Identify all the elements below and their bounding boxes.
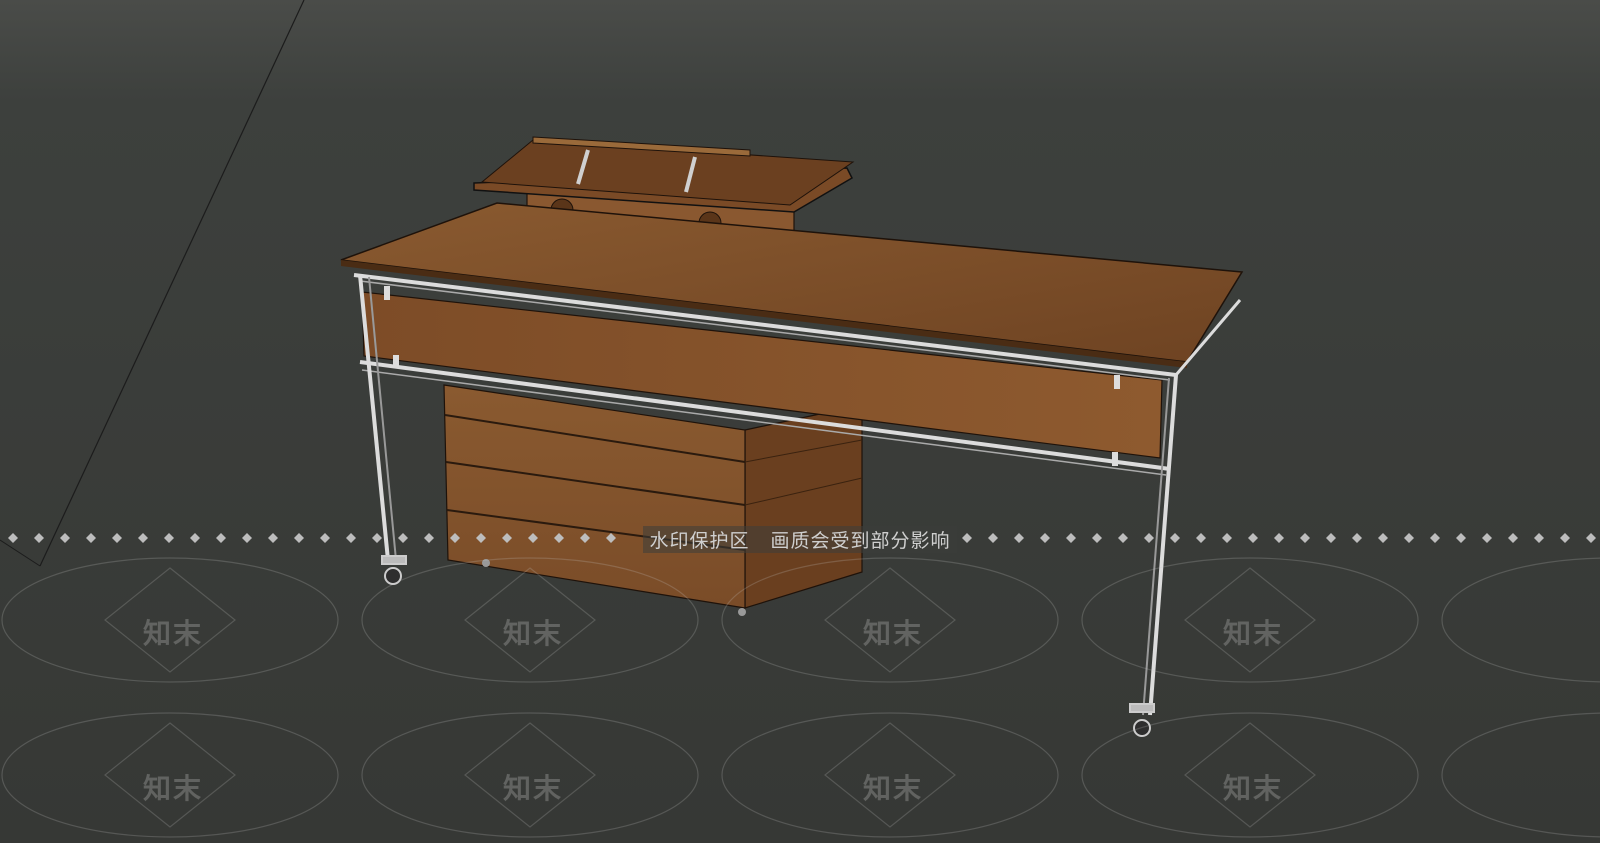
- watermark-logo: 知末: [503, 617, 564, 650]
- frame-clip: [384, 286, 390, 300]
- pedestal-side: [744, 404, 863, 609]
- watermark-logo: 知末: [1223, 617, 1284, 650]
- watermark-logo: 知末: [863, 772, 924, 805]
- watermark-logo: 知末: [1223, 772, 1284, 805]
- frame-clip: [1112, 452, 1118, 466]
- frame-clip: [393, 355, 399, 367]
- render-viewport: 水印保护区 画质会受到部分影响 知末 知末 知末 知末 知末 知末 知末 知末: [0, 0, 1600, 843]
- pedestal-foot: [738, 608, 746, 616]
- watermark-band-text: 水印保护区 画质会受到部分影响: [643, 525, 957, 553]
- watermark-logo: 知末: [143, 617, 204, 650]
- watermark-logo: 知末: [503, 772, 564, 805]
- frame-clip: [1114, 375, 1120, 389]
- desk-render: [0, 0, 1600, 843]
- watermark-band: 水印保护区 画质会受到部分影响: [0, 522, 1600, 556]
- watermark-logo: 知末: [863, 617, 924, 650]
- watermark-logo: 知末: [143, 772, 204, 805]
